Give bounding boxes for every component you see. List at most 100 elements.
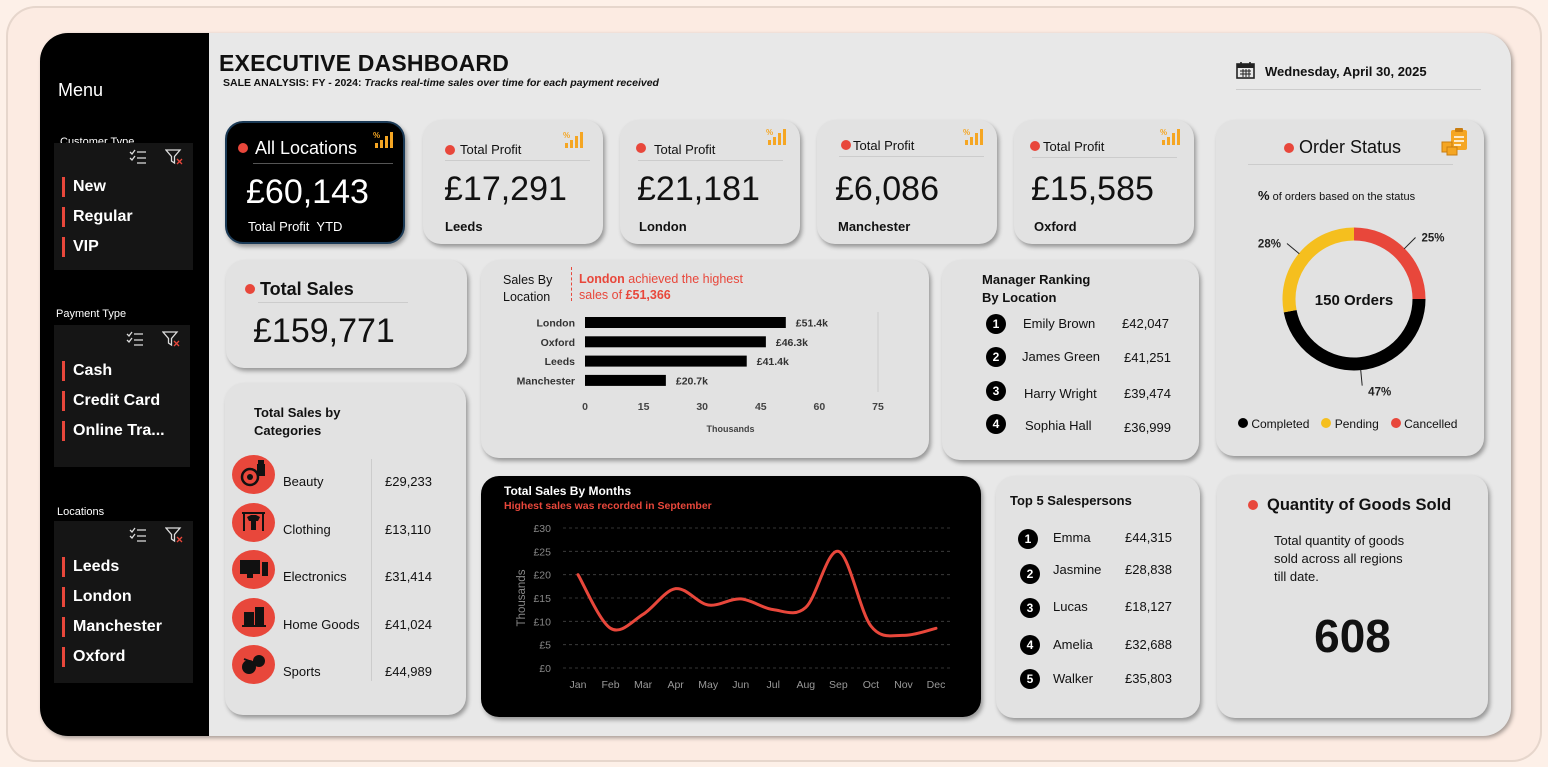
kpi-caption: Manchester: [838, 219, 911, 234]
manager-value: £42,047: [1122, 316, 1169, 331]
customer-type-slicer: New Regular VIP: [54, 143, 193, 270]
y-tick-label: £30: [533, 523, 551, 535]
electronics-icon: [232, 550, 275, 589]
growth-chart-icon: %: [766, 128, 786, 145]
title-line: Categories: [254, 423, 322, 438]
slicer-item-oxford[interactable]: Oxford: [62, 647, 125, 667]
bar-data-label: £20.7k: [676, 375, 708, 387]
status-dot: [245, 284, 255, 294]
kpi-leeds[interactable]: Total Profit £17,291 Leeds %: [423, 120, 603, 244]
legend-pending[interactable]: Pending: [1321, 417, 1379, 431]
kpi-london[interactable]: Total Profit £21,181 London %: [620, 120, 800, 244]
slicer-item-vip[interactable]: VIP: [62, 237, 99, 257]
multi-select-icon[interactable]: [129, 527, 147, 543]
page-subtitle: SALE ANALYSIS: FY - 2024: Tracks real-ti…: [223, 77, 659, 89]
slicer-item-regular[interactable]: Regular: [62, 207, 133, 227]
home-goods-icon: [232, 598, 275, 637]
slicer-item-london[interactable]: London: [62, 587, 132, 607]
bar: [585, 374, 666, 386]
kpi-value: £60,143: [246, 173, 369, 211]
salespersons-title: Top 5 Salespersons: [1010, 493, 1132, 508]
rank-badge: 4: [986, 414, 1006, 434]
rank-badge: 5: [1020, 669, 1040, 689]
clear-filter-icon[interactable]: [165, 149, 183, 165]
description-line: till date.: [1274, 569, 1319, 584]
salesperson-value: £28,838: [1125, 562, 1172, 577]
beauty-icon: [232, 455, 275, 494]
slicer-item-credit-card[interactable]: Credit Card: [62, 391, 160, 411]
x-tick-label: Mar: [634, 679, 653, 691]
clear-filter-icon[interactable]: [165, 527, 183, 543]
slicer-item-online-transfer[interactable]: Online Tra...: [62, 421, 165, 441]
clear-filter-icon[interactable]: [162, 331, 180, 347]
categories-card: Total Sales by Categories Beauty £29,233…: [225, 383, 466, 715]
svg-text:%: %: [1160, 128, 1167, 137]
slice-data-label: 25%: [1422, 232, 1445, 244]
locations-label: Locations: [57, 506, 105, 518]
kpi-caption: London: [639, 219, 687, 234]
multi-select-icon[interactable]: [129, 149, 147, 165]
description-line: Total quantity of goods: [1274, 533, 1405, 548]
categories-title: Total Sales by Categories: [254, 404, 340, 440]
salesperson-name: Jasmine: [1053, 562, 1102, 577]
salesperson-value: £32,688: [1125, 637, 1172, 652]
rank-badge: 4: [1020, 635, 1040, 655]
kpi-oxford[interactable]: Total Profit £15,585 Oxford %: [1014, 120, 1194, 244]
kpi-divider: [1032, 157, 1177, 158]
status-dot: [238, 143, 248, 153]
x-tick-label: Jan: [570, 679, 587, 691]
multi-select-icon[interactable]: [126, 331, 144, 347]
bar-category-label: London: [537, 318, 575, 330]
kpi-value: £15,585: [1031, 170, 1154, 208]
x-tick-label: Feb: [601, 679, 619, 691]
x-tick-label: Dec: [927, 679, 946, 691]
bar-data-label: £46.3k: [776, 337, 808, 349]
kpi-manchester[interactable]: Total Profit £6,086 Manchester %: [817, 120, 997, 244]
bar-data-label: £41.4k: [757, 356, 789, 368]
slicer-item-new[interactable]: New: [62, 177, 106, 197]
status-dot: [636, 143, 646, 153]
title-line: Total Sales by: [254, 405, 341, 420]
status-dot: [841, 140, 851, 150]
legend-cancelled[interactable]: Cancelled: [1390, 417, 1457, 431]
x-tick-label: 15: [638, 401, 650, 413]
slicer-item-cash[interactable]: Cash: [62, 361, 112, 381]
manager-name: Sophia Hall: [1025, 418, 1092, 433]
slicer-item-leeds[interactable]: Leeds: [62, 557, 119, 577]
calendar-icon: [1236, 62, 1255, 79]
category-name: Beauty: [283, 474, 324, 489]
rank-badge: 2: [986, 347, 1006, 367]
kpi-title: Total Profit: [654, 142, 716, 157]
kpi-value: £17,291: [444, 170, 567, 208]
kpi-divider: [839, 156, 984, 157]
x-tick-label: Jul: [767, 679, 780, 691]
x-tick-label: 75: [872, 401, 884, 413]
growth-chart-icon: %: [373, 131, 393, 148]
payment-type-label: Payment Type: [56, 308, 127, 320]
salesperson-value: £35,803: [1125, 671, 1172, 686]
sales-line: [576, 549, 938, 638]
manager-ranking-title: Manager Ranking By Location: [982, 271, 1090, 307]
category-value: £13,110: [385, 522, 432, 537]
top-salespersons-card: Top 5 Salespersons 1 Emma £44,315 2 Jasm…: [996, 476, 1200, 718]
leader-line: [1403, 237, 1416, 250]
description-line: sold across all regions: [1274, 551, 1403, 566]
manager-value: £41,251: [1124, 350, 1171, 365]
slicer-item-manchester[interactable]: Manchester: [62, 617, 162, 637]
sidebar: Menu Customer Type New Regular VIP Payme…: [40, 33, 209, 736]
kpi-title: Total Profit: [460, 142, 522, 157]
kpi-all-locations[interactable]: All Locations £60,143 Total Profit YTD %: [225, 121, 405, 244]
goods-sold-card: Quantity of Goods Sold Total quantity of…: [1217, 475, 1488, 718]
total-sales-value: £159,771: [253, 312, 395, 350]
subtitle-bold: SALE ANALYSIS: FY - 2024:: [223, 77, 362, 89]
y-tick-label: £25: [533, 546, 551, 558]
growth-chart-icon: %: [1160, 128, 1180, 145]
legend-completed[interactable]: Completed: [1238, 417, 1309, 431]
x-tick-label: 0: [582, 401, 588, 413]
rank-badge: 1: [1018, 529, 1038, 549]
x-tick-label: Nov: [894, 679, 913, 691]
kpi-caption: Leeds: [445, 219, 483, 234]
order-status-donut: 25% 47% 28% 150 Orders: [1258, 227, 1445, 399]
goods-sold-value: 608: [1314, 610, 1391, 662]
rank-badge: 1: [986, 314, 1006, 334]
